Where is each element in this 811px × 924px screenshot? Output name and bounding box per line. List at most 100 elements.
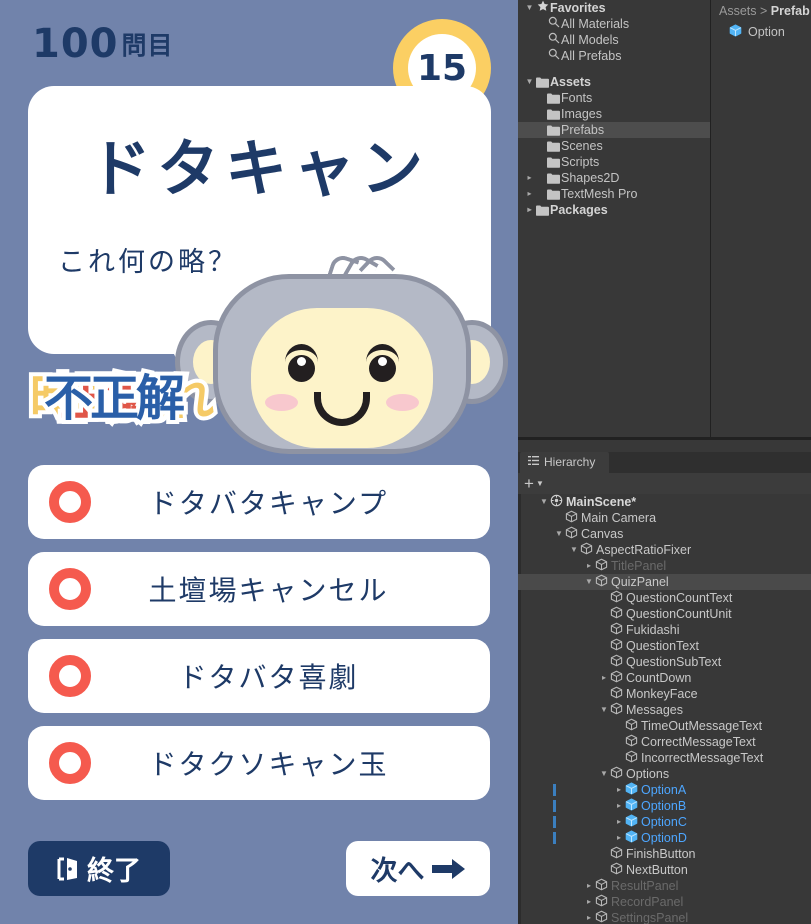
favorite-item-2[interactable]: ▸▸All Prefabs <box>518 48 710 64</box>
project-packages-root[interactable]: ▸ Packages <box>518 202 710 218</box>
hierarchy-row-questioncountunit[interactable]: ▸ QuestionCountUnit <box>518 606 811 622</box>
arrow-right-icon <box>431 857 466 881</box>
twirl-right-icon[interactable]: ▸ <box>583 910 595 924</box>
hierarchy-row-label: OptionA <box>641 783 687 797</box>
hierarchy-row-incorrectmessagetext[interactable]: ▸ IncorrectMessageText <box>518 750 811 766</box>
twirl-right-icon[interactable]: ▸ <box>524 170 535 186</box>
hierarchy-row-aspectratiofixer[interactable]: ▼ AspectRatioFixer <box>518 542 811 558</box>
asset-folder-shapes2d[interactable]: ▸▸Shapes2D <box>518 170 710 186</box>
favorite-label: All Models <box>561 33 619 47</box>
asset-folder-images[interactable]: ▸▸Images <box>518 106 710 122</box>
prefab-cube-icon <box>625 814 641 831</box>
hierarchy-row-finishbutton[interactable]: ▸ FinishButton <box>518 846 811 862</box>
twirl-spacer: ▸ <box>598 862 610 878</box>
hierarchy-row-correctmessagetext[interactable]: ▸ CorrectMessageText <box>518 734 811 750</box>
asset-folder-label: Images <box>561 107 602 121</box>
favorite-item-0[interactable]: ▸▸All Materials <box>518 16 710 32</box>
option-a[interactable]: ドタバタキャンプ <box>28 465 490 539</box>
asset-folder-textmesh-pro[interactable]: ▸▸TextMesh Pro <box>518 186 710 202</box>
hierarchy-row-optiond[interactable]: ▸ OptionD <box>518 830 811 846</box>
hierarchy-row-label: FinishButton <box>626 847 696 861</box>
twirl-right-icon[interactable]: ▸ <box>524 186 535 202</box>
hierarchy-row-monkeyface[interactable]: ▸ MonkeyFace <box>518 686 811 702</box>
twirl-right-icon: ▸ <box>524 138 535 154</box>
twirl-down-icon[interactable]: ▼ <box>598 702 610 718</box>
option-b[interactable]: 土壇場キャンセル <box>28 552 490 626</box>
hierarchy-row-nextbutton[interactable]: ▸ NextButton <box>518 862 811 878</box>
hierarchy-row-settingspanel[interactable]: ▸ SettingsPanel <box>518 910 811 924</box>
option-c[interactable]: ドタバタ喜劇 <box>28 639 490 713</box>
add-gameobject-button[interactable]: + <box>524 475 534 492</box>
hierarchy-row-optionc[interactable]: ▸ OptionC <box>518 814 811 830</box>
radio-icon[interactable] <box>49 481 91 523</box>
incorrect-message-text: 不正解 <box>40 366 189 431</box>
project-contents-column: Assets > Prefab Option <box>711 0 811 437</box>
gameobject-icon <box>625 750 641 767</box>
hierarchy-row-questioncounttext[interactable]: ▸ QuestionCountText <box>518 590 811 606</box>
finish-button[interactable]: 終了 <box>28 841 170 896</box>
asset-folder-fonts[interactable]: ▸▸Fonts <box>518 90 710 106</box>
hierarchy-row-recordpanel[interactable]: ▸ RecordPanel <box>518 894 811 910</box>
twirl-down-icon[interactable]: ▼ <box>583 574 595 590</box>
project-favorites-root[interactable]: ▼ Favorites <box>518 0 710 16</box>
prefab-instance-marker <box>553 784 556 796</box>
monkey-cheek-left <box>265 393 298 411</box>
asset-item-option[interactable]: Option <box>711 22 811 42</box>
option-d[interactable]: ドタクソキャン玉 <box>28 726 490 800</box>
hierarchy-row-label: IncorrectMessageText <box>641 751 764 765</box>
asset-folder-scripts[interactable]: ▸▸Scripts <box>518 154 710 170</box>
hierarchy-row-quizpanel[interactable]: ▼ QuizPanel <box>518 574 811 590</box>
next-button[interactable]: 次へ <box>346 841 490 896</box>
hierarchy-row-timeoutmessagetext[interactable]: ▸ TimeOutMessageText <box>518 718 811 734</box>
star-icon <box>535 0 550 16</box>
hierarchy-row-fukidashi[interactable]: ▸ Fukidashi <box>518 622 811 638</box>
hierarchy-row-optiona[interactable]: ▸ OptionA <box>518 782 811 798</box>
hierarchy-row-messages[interactable]: ▼ Messages <box>518 702 811 718</box>
twirl-right-icon[interactable]: ▸ <box>583 894 595 910</box>
twirl-down-icon[interactable]: ▼ <box>524 74 535 90</box>
asset-folder-scenes[interactable]: ▸▸Scenes <box>518 138 710 154</box>
prefab-instance-marker <box>553 800 556 812</box>
radio-icon[interactable] <box>49 655 91 697</box>
hierarchy-row-canvas[interactable]: ▼ Canvas <box>518 526 811 542</box>
asset-folder-prefabs[interactable]: ▸▸Prefabs <box>518 122 710 138</box>
hierarchy-row-mainscene[interactable]: ▼ MainScene* <box>518 494 811 510</box>
twirl-right-icon[interactable]: ▸ <box>583 558 595 574</box>
options-list: ドタバタキャンプ 土壇場キャンセル ドタバタ喜劇 ドタクソキャン玉 <box>28 465 490 813</box>
folder-icon <box>546 122 561 138</box>
hierarchy-row-main camera[interactable]: ▸ Main Camera <box>518 510 811 526</box>
twirl-down-icon[interactable]: ▼ <box>598 766 610 782</box>
hierarchy-row-label: TitlePanel <box>611 559 667 573</box>
hierarchy-row-label: Main Camera <box>581 511 657 525</box>
tab-hierarchy[interactable]: Hierarchy <box>520 452 610 473</box>
gameobject-icon <box>625 718 641 735</box>
twirl-down-icon[interactable]: ▼ <box>524 0 535 16</box>
twirl-right-icon[interactable]: ▸ <box>613 830 625 846</box>
breadcrumb-root[interactable]: Assets <box>719 4 757 18</box>
project-assets-root[interactable]: ▼ Assets <box>518 74 710 90</box>
twirl-down-icon[interactable]: ▼ <box>553 526 565 542</box>
breadcrumb: Assets > Prefab <box>711 0 811 22</box>
twirl-right-icon: ▸ <box>524 122 535 138</box>
hierarchy-row-optionb[interactable]: ▸ OptionB <box>518 798 811 814</box>
twirl-right-icon[interactable]: ▸ <box>613 782 625 798</box>
hierarchy-row-questionsubtext[interactable]: ▸ QuestionSubText <box>518 654 811 670</box>
radio-icon[interactable] <box>49 568 91 610</box>
radio-icon[interactable] <box>49 742 91 784</box>
gameobject-icon <box>610 638 626 655</box>
twirl-right-icon[interactable]: ▸ <box>613 814 625 830</box>
hierarchy-row-titlepanel[interactable]: ▸ TitlePanel <box>518 558 811 574</box>
twirl-right-icon[interactable]: ▸ <box>598 670 610 686</box>
folder-icon <box>546 138 561 154</box>
hierarchy-row-options[interactable]: ▼ Options <box>518 766 811 782</box>
chevron-down-icon[interactable]: ▼ <box>536 479 544 488</box>
twirl-right-icon[interactable]: ▸ <box>524 202 535 218</box>
hierarchy-row-questiontext[interactable]: ▸ QuestionText <box>518 638 811 654</box>
hierarchy-row-resultpanel[interactable]: ▸ ResultPanel <box>518 878 811 894</box>
twirl-down-icon[interactable]: ▼ <box>538 494 550 510</box>
hierarchy-row-countdown[interactable]: ▸ CountDown <box>518 670 811 686</box>
favorite-item-1[interactable]: ▸▸All Models <box>518 32 710 48</box>
twirl-down-icon[interactable]: ▼ <box>568 542 580 558</box>
twirl-right-icon[interactable]: ▸ <box>583 878 595 894</box>
twirl-right-icon[interactable]: ▸ <box>613 798 625 814</box>
